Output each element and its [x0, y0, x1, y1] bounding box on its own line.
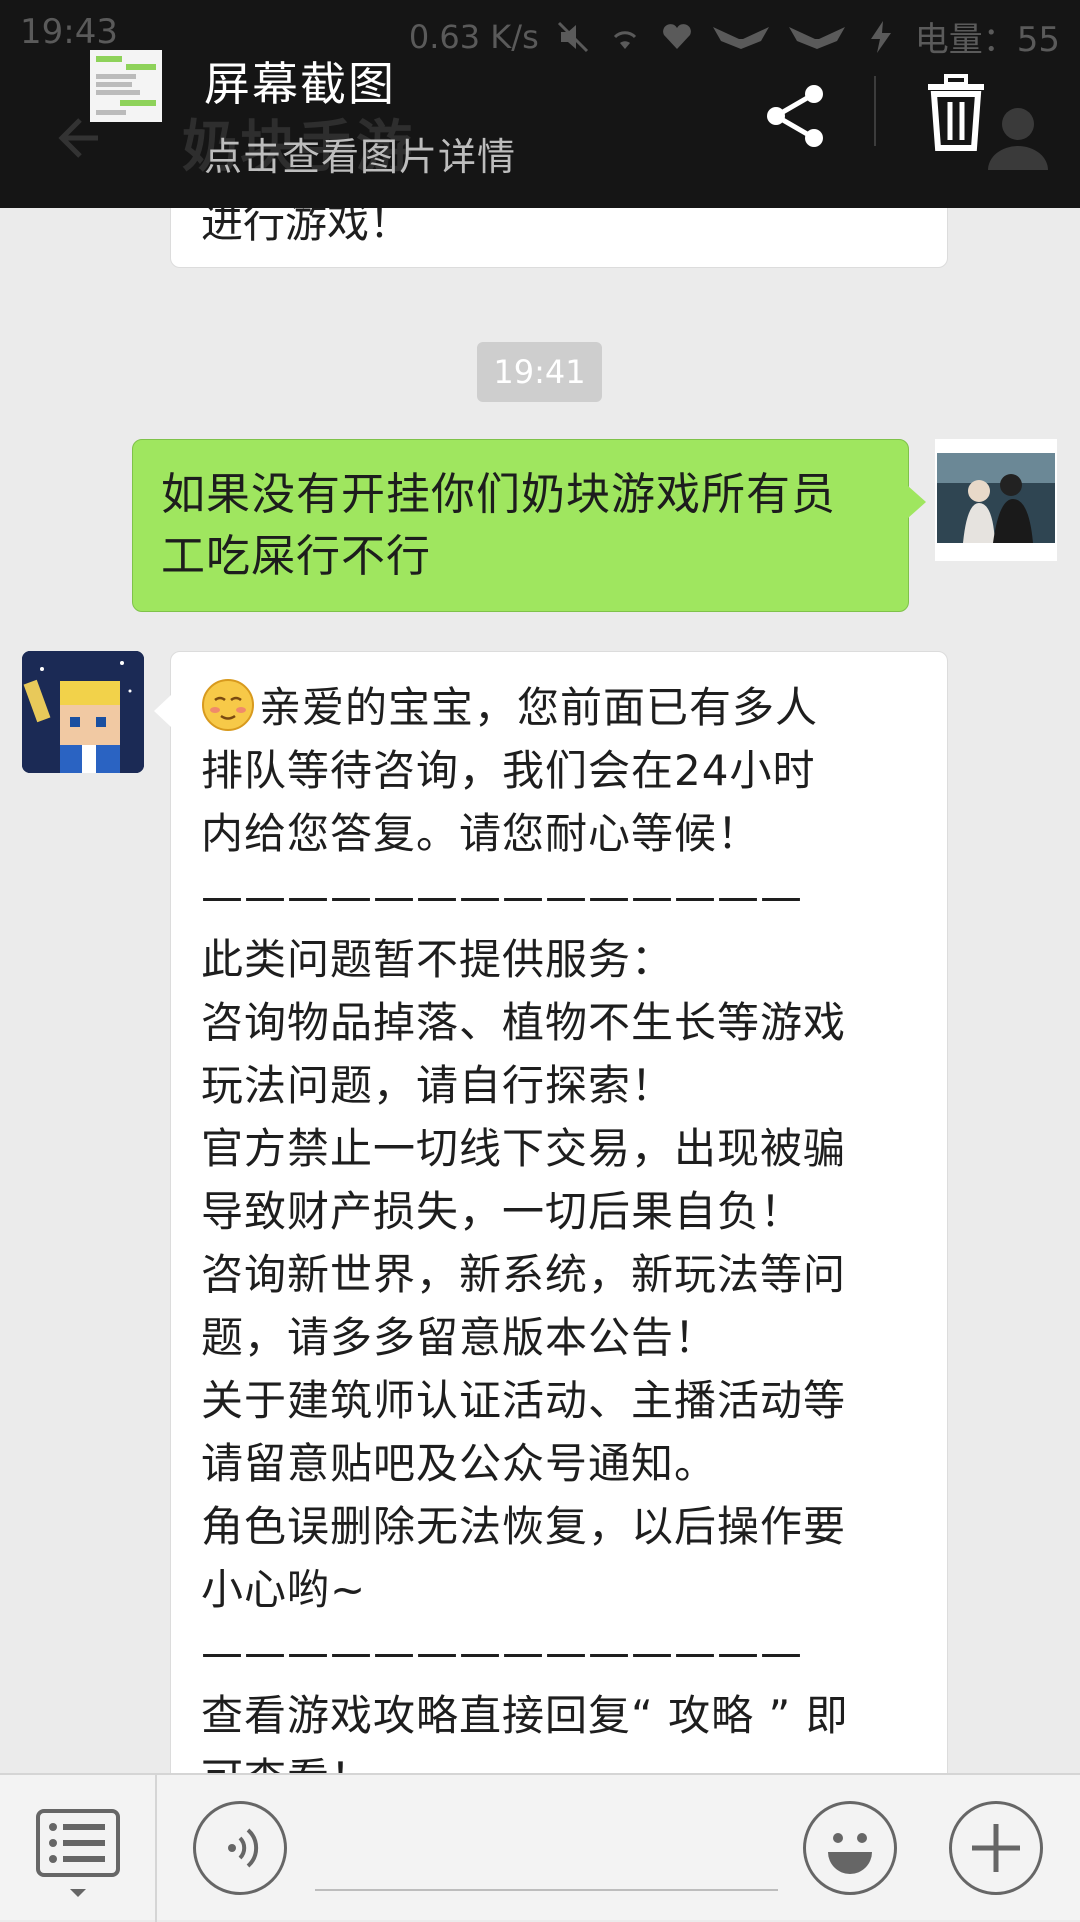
input-bar-divider [155, 1775, 157, 1922]
message-line: 导致财产损失，一切后果自负！ [201, 1187, 804, 1236]
message-input[interactable] [315, 1805, 778, 1891]
notification-divider [874, 76, 876, 146]
message-line: 查看游戏攻略直接回复“ 攻略 ” 即 [201, 1691, 849, 1740]
sent-bubble-tail [908, 486, 926, 518]
plus-icon[interactable] [949, 1801, 1043, 1895]
separator-line: —————————————— [201, 1628, 803, 1677]
list-menu-icon[interactable] [36, 1809, 120, 1905]
message-timestamp: 19:41 [477, 342, 602, 402]
screenshot-thumbnail[interactable] [90, 50, 162, 122]
status-bar: 19:43 0.63 K/s 电量：55 [0, 0, 1080, 62]
received-message-bubble[interactable]: 亲爱的宝宝，您前面已有多人 排队等待咨询，我们会在24小时 内给您答复。请您耐心… [170, 651, 948, 1773]
battery-level: 电量：55 [914, 20, 1060, 60]
service-avatar[interactable] [22, 651, 144, 773]
chat-area[interactable]: 进行游戏！ 19:41 如果没有开挂你们奶块游戏所有员 工吃屎行不行 亲爱的宝宝… [0, 208, 1080, 1773]
wings-icon [787, 19, 847, 55]
heart-rate-icon [659, 19, 695, 55]
received-message-text: 亲爱的宝宝，您前面已有多人 排队等待咨询，我们会在24小时 内给您答复。请您耐心… [201, 676, 941, 1773]
status-icons: 0.63 K/s 电量：55 [409, 12, 1060, 61]
message-line: 咨询新世界，新系统，新玩法等问 [201, 1250, 847, 1299]
previous-message-bubble[interactable]: 进行游戏！ [170, 208, 948, 268]
message-line: 可查看！ [201, 1747, 941, 1773]
wings-icon [711, 19, 771, 55]
sent-message-line: 如果没有开挂你们奶块游戏所有员 [161, 469, 836, 520]
mute-icon [555, 19, 591, 55]
notification-title: 屏幕截图 [204, 57, 396, 111]
message-line: 内给您答复。请您耐心等候！ [201, 809, 761, 858]
message-line: 小心哟~ [201, 1565, 367, 1614]
message-line: 玩法问题，请自行探索！ [201, 1061, 675, 1110]
charging-icon [863, 19, 899, 55]
message-line: 角色误删除无法恢复，以后操作要 [201, 1502, 847, 1551]
my-avatar[interactable] [935, 439, 1057, 561]
input-bar [0, 1773, 1080, 1922]
message-line: 题，请多多留意版本公告！ [201, 1313, 718, 1362]
message-line: 此类问题暂不提供服务： [201, 935, 675, 984]
received-bubble-tail [154, 695, 171, 727]
message-line: 官方禁止一切线下交易，出现被骗 [201, 1124, 847, 1173]
separator-line: —————————————— [201, 872, 803, 921]
sent-message-bubble[interactable]: 如果没有开挂你们奶块游戏所有员 工吃屎行不行 [132, 439, 909, 612]
blush-smile-emoji-icon [201, 678, 255, 732]
message-line: 关于建筑师认证活动、主播活动等 [201, 1376, 847, 1425]
message-line: 排队等待咨询，我们会在24小时 [201, 746, 816, 795]
status-time: 19:43 [20, 12, 118, 52]
voice-icon[interactable] [193, 1801, 287, 1895]
notification-subtitle[interactable]: 点击查看图片详情 [204, 126, 516, 181]
notification-overlay[interactable]: 19:43 0.63 K/s 电量：55 奶块手游 屏幕截图 点击查看图片详情 [0, 0, 1080, 208]
network-speed: 0.63 K/s [408, 17, 539, 56]
sent-message-text: 如果没有开挂你们奶块游戏所有员 工吃屎行不行 [161, 464, 891, 588]
sent-message-line: 工吃屎行不行 [161, 531, 431, 582]
message-line: 请留意贴吧及公众号通知。 [201, 1439, 718, 1488]
previous-message-text: 进行游戏！ [201, 208, 412, 247]
share-icon[interactable] [760, 80, 832, 152]
wifi-icon [607, 19, 643, 55]
message-line: 咨询物品掉落、植物不生长等游戏 [201, 998, 847, 1047]
trash-icon[interactable] [920, 74, 992, 154]
message-line: 亲爱的宝宝，您前面已有多人 [201, 676, 941, 739]
emoji-icon[interactable] [803, 1801, 897, 1895]
